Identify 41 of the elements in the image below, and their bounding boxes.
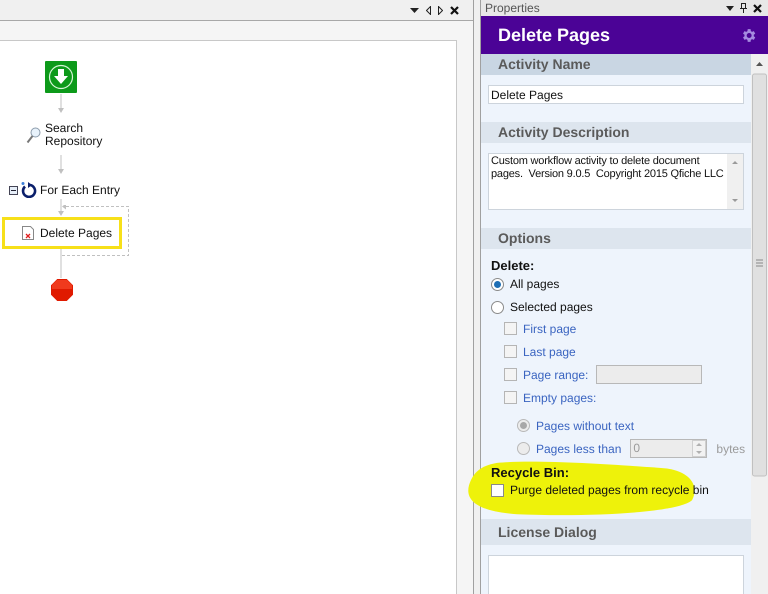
connector-arrow (57, 199, 65, 217)
radio-button[interactable] (491, 278, 504, 290)
scrollbar[interactable] (727, 154, 743, 209)
settings-icon[interactable] (740, 26, 757, 44)
magnifier-icon (26, 127, 41, 144)
radio-label[interactable]: Selected pages (510, 298, 593, 316)
spinner-arrows-icon[interactable] (692, 440, 706, 457)
panel-header-title: Delete Pages (498, 24, 610, 47)
group-label: Delete: (491, 258, 536, 274)
pin-icon[interactable] (740, 3, 747, 13)
radio-label[interactable]: All pages (510, 275, 560, 293)
section-header: Options (481, 228, 751, 249)
license-field[interactable] (488, 555, 744, 594)
connector-arrow (57, 94, 65, 114)
loop-icon (21, 182, 37, 198)
node-label[interactable]: For Each Entry (40, 181, 120, 199)
activity-node[interactable]: Delete Pages (2, 217, 122, 249)
scroll-left-icon[interactable] (426, 6, 431, 14)
section-header: Activity Description (481, 122, 751, 143)
radio-button[interactable] (491, 300, 504, 314)
section-header: License Dialog (481, 519, 751, 545)
checkbox[interactable] (491, 484, 504, 496)
panel-title: Properties (485, 0, 540, 17)
collapse-icon[interactable] (9, 186, 18, 194)
document-delete-icon (22, 226, 34, 240)
stop-node-icon[interactable] (50, 278, 74, 302)
connector-line (60, 249, 62, 278)
scrollbar[interactable] (751, 54, 768, 594)
dropdown-icon[interactable] (726, 6, 734, 10)
close-icon[interactable] (450, 6, 459, 14)
start-node-icon[interactable] (45, 61, 77, 93)
connector-arrow (57, 155, 65, 175)
activity-name-field[interactable]: Delete Pages (488, 85, 744, 104)
node-label[interactable]: Search Repository (45, 122, 102, 148)
group-label: Recycle Bin: (491, 465, 570, 481)
description-field[interactable]: Custom workflow activity to delete document pages. Version 9.0.5 Copyright 2015 Qfiche LLC (488, 153, 744, 210)
section-header: Activity Name (481, 54, 751, 75)
close-icon[interactable] (753, 4, 762, 12)
scroll-right-icon[interactable] (438, 6, 443, 14)
dropdown-icon[interactable] (410, 8, 419, 12)
unit-label: bytes (716, 440, 746, 458)
